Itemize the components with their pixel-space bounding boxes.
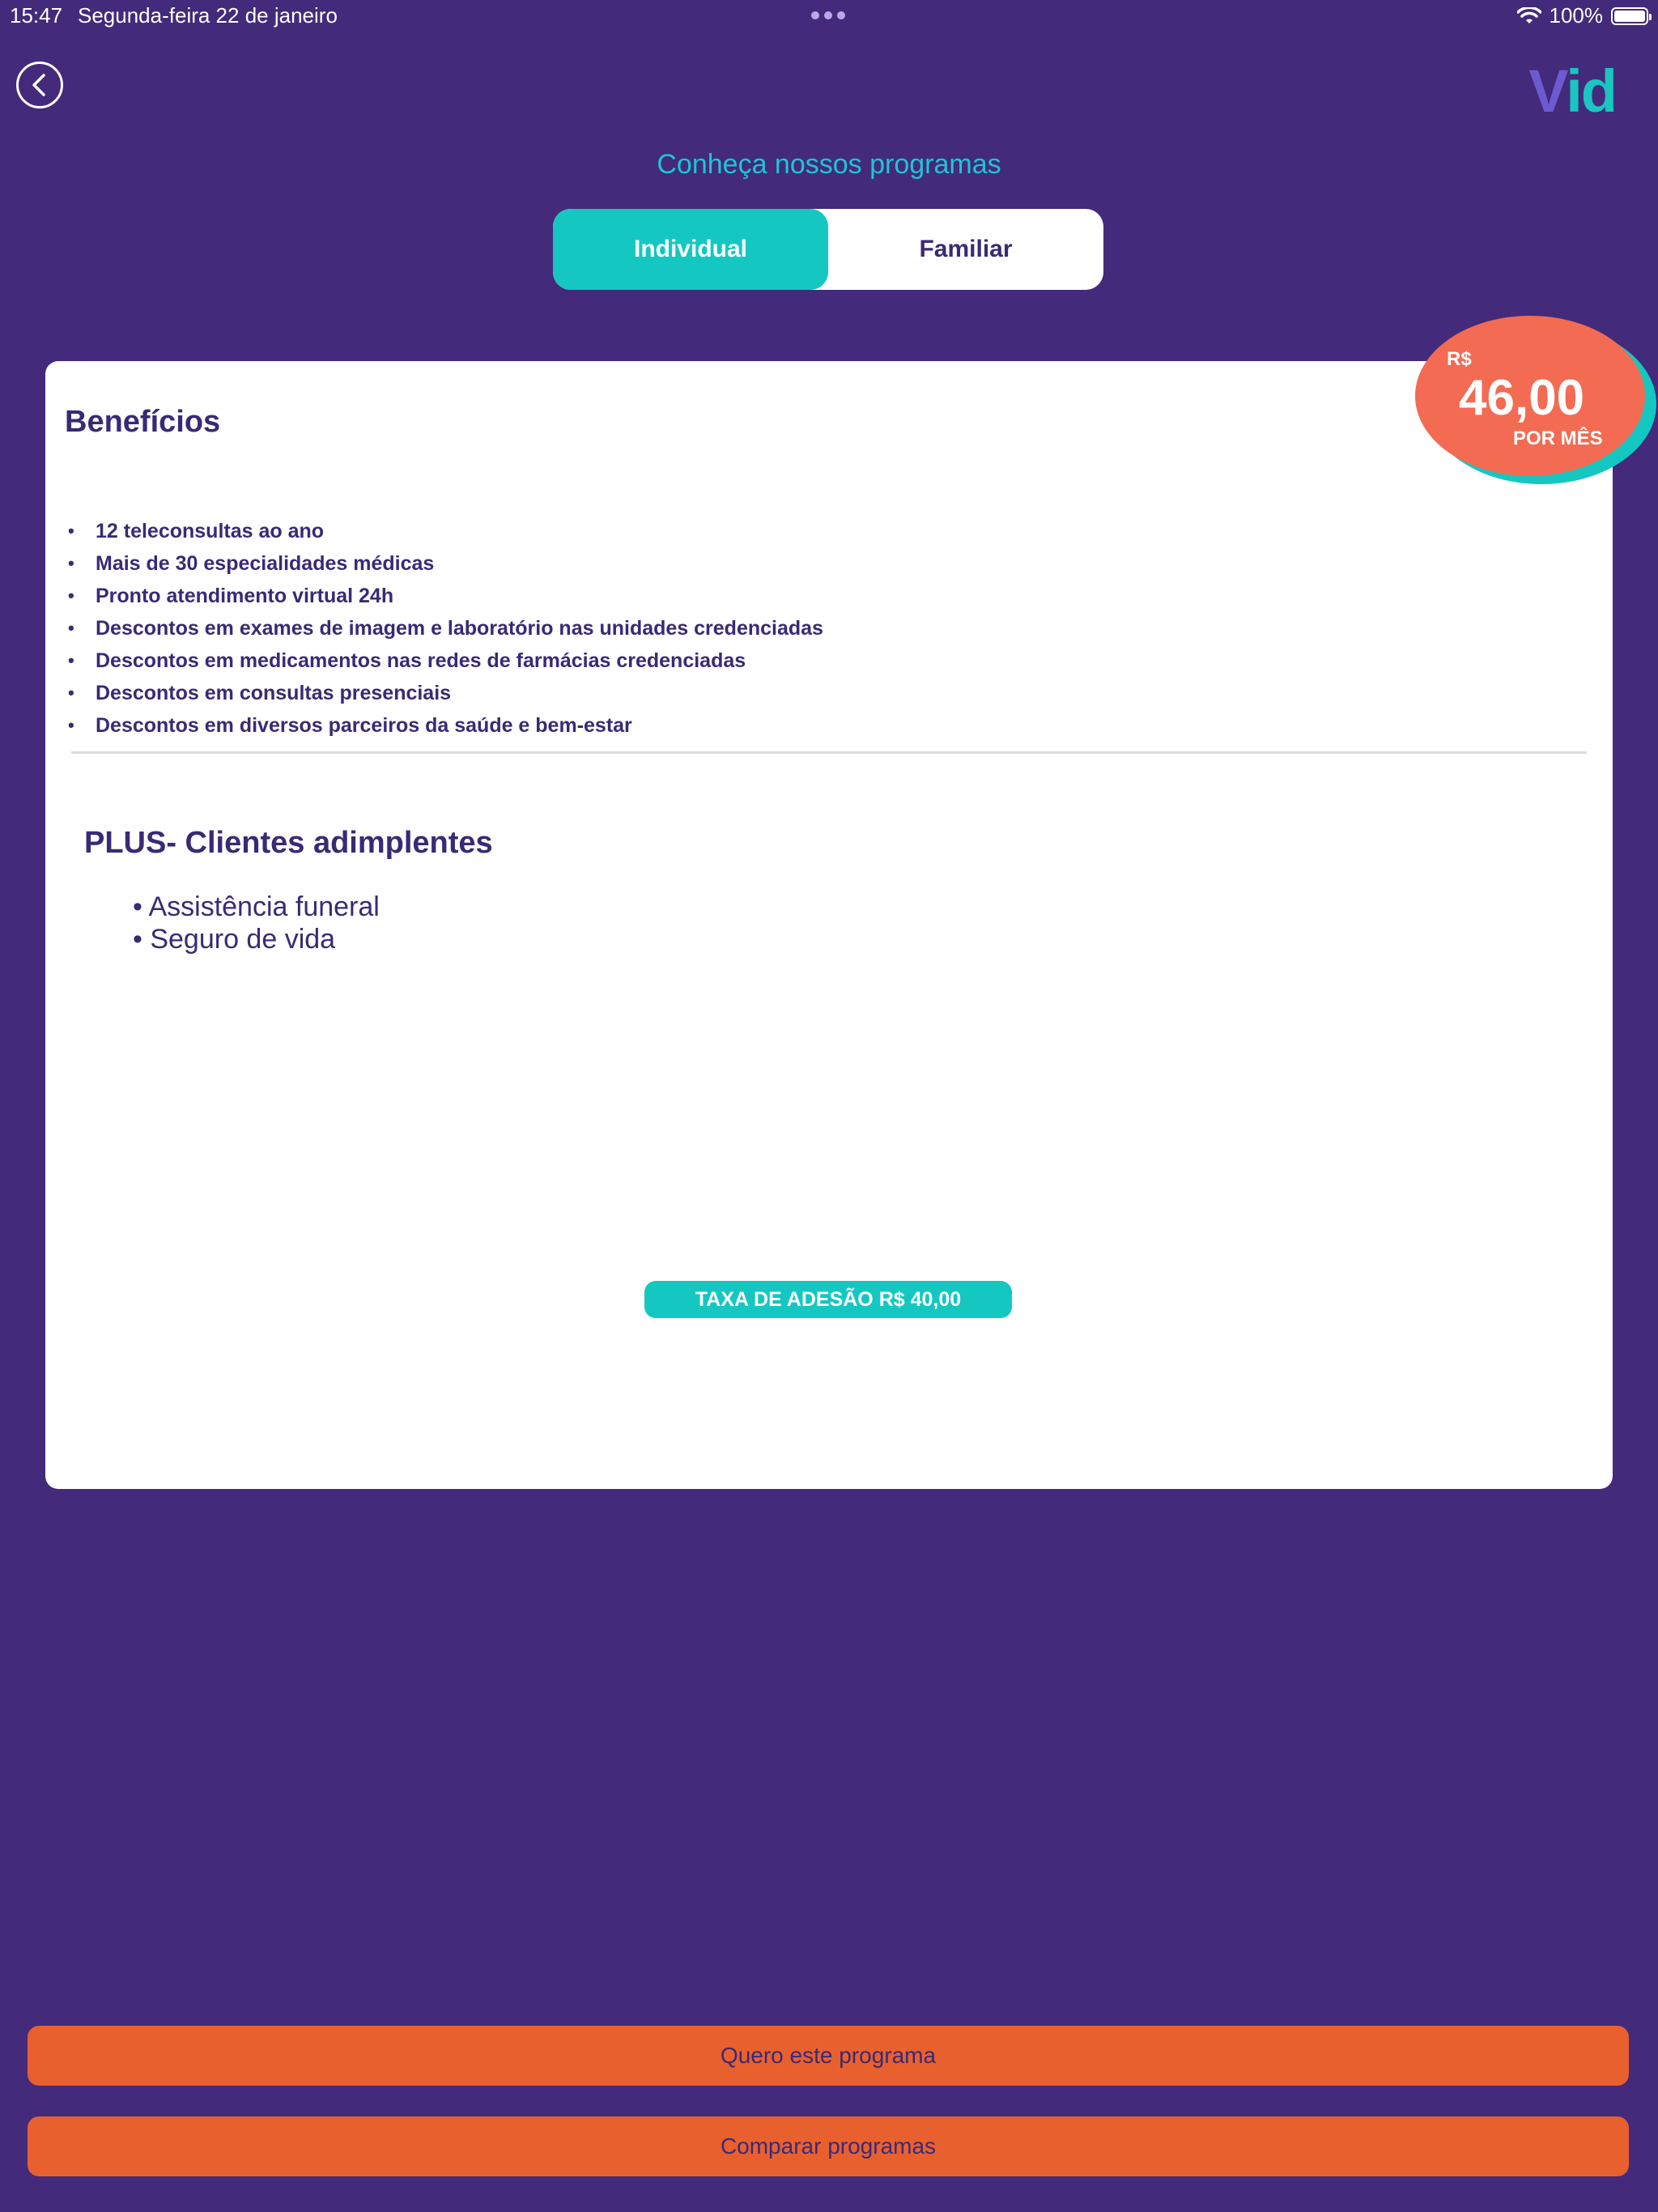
bullet-icon: • bbox=[68, 553, 74, 573]
wifi-icon bbox=[1516, 6, 1541, 25]
benefits-title: Benefícios bbox=[65, 405, 221, 439]
list-item: • Descontos em consultas presenciais bbox=[68, 677, 823, 709]
battery-percentage: 100% bbox=[1549, 3, 1604, 28]
list-item: • Descontos em exames de imagem e laborat… bbox=[68, 612, 823, 644]
program-card: Benefícios • 12 teleconsultas ao ano • Mai… bbox=[45, 361, 1613, 1489]
bullet-icon: • bbox=[68, 715, 74, 735]
back-button[interactable] bbox=[16, 62, 63, 108]
bullet-icon: • bbox=[68, 683, 74, 703]
brand-logo: Vid bbox=[1528, 57, 1618, 125]
tab-familiar[interactable]: Familiar bbox=[828, 209, 1103, 290]
list-item: • Mais de 30 especialidades médicas bbox=[68, 547, 823, 580]
chevron-left-icon bbox=[32, 74, 45, 96]
list-item: • Descontos em medicamentos nas redes de … bbox=[68, 644, 823, 677]
tab-individual[interactable]: Individual bbox=[553, 209, 828, 290]
enrollment-fee-badge: TAXA DE ADESÃO R$ 40,00 bbox=[644, 1281, 1012, 1318]
program-type-tabs: Individual Familiar bbox=[553, 209, 1103, 290]
price-value: 46,00 bbox=[1459, 370, 1585, 426]
bullet-icon: • bbox=[68, 521, 74, 541]
status-indicators: 100% bbox=[1516, 3, 1652, 28]
divider bbox=[71, 751, 1587, 754]
list-item: • Descontos em diversos parceiros da saúd… bbox=[68, 709, 823, 742]
list-item: • Seguro de vida bbox=[133, 924, 336, 955]
compare-programs-button[interactable]: Comparar programas bbox=[28, 2116, 1629, 2176]
benefits-list: • 12 teleconsultas ao ano • Mais de 30 esp… bbox=[68, 515, 823, 742]
status-bar: 15:47 Segunda-feira 22 de janeiro 100% bbox=[0, 0, 1658, 32]
plus-list: • Assistência funeral • Seguro de vida bbox=[133, 891, 380, 955]
plus-title: PLUS- Clientes adimplentes bbox=[84, 826, 493, 860]
page-title: Conheça nossos programas bbox=[657, 149, 1001, 180]
list-item: • Pronto atendimento virtual 24h bbox=[68, 580, 823, 612]
bullet-icon: • bbox=[68, 650, 74, 670]
price-period: POR MÊS bbox=[1513, 428, 1603, 449]
choose-program-button[interactable]: Quero este programa bbox=[28, 2026, 1629, 2086]
bullet-icon: • bbox=[68, 618, 74, 638]
battery-icon bbox=[1611, 6, 1652, 25]
bullet-icon: • bbox=[68, 585, 74, 606]
status-date: Segunda-feira 22 de janeiro bbox=[78, 3, 338, 28]
multitasking-dots-icon[interactable] bbox=[811, 11, 845, 19]
price-currency: R$ bbox=[1447, 348, 1472, 370]
list-item: • 12 teleconsultas ao ano bbox=[68, 515, 823, 547]
status-time: 15:47 bbox=[10, 3, 63, 28]
list-item: • Assistência funeral bbox=[133, 891, 380, 922]
